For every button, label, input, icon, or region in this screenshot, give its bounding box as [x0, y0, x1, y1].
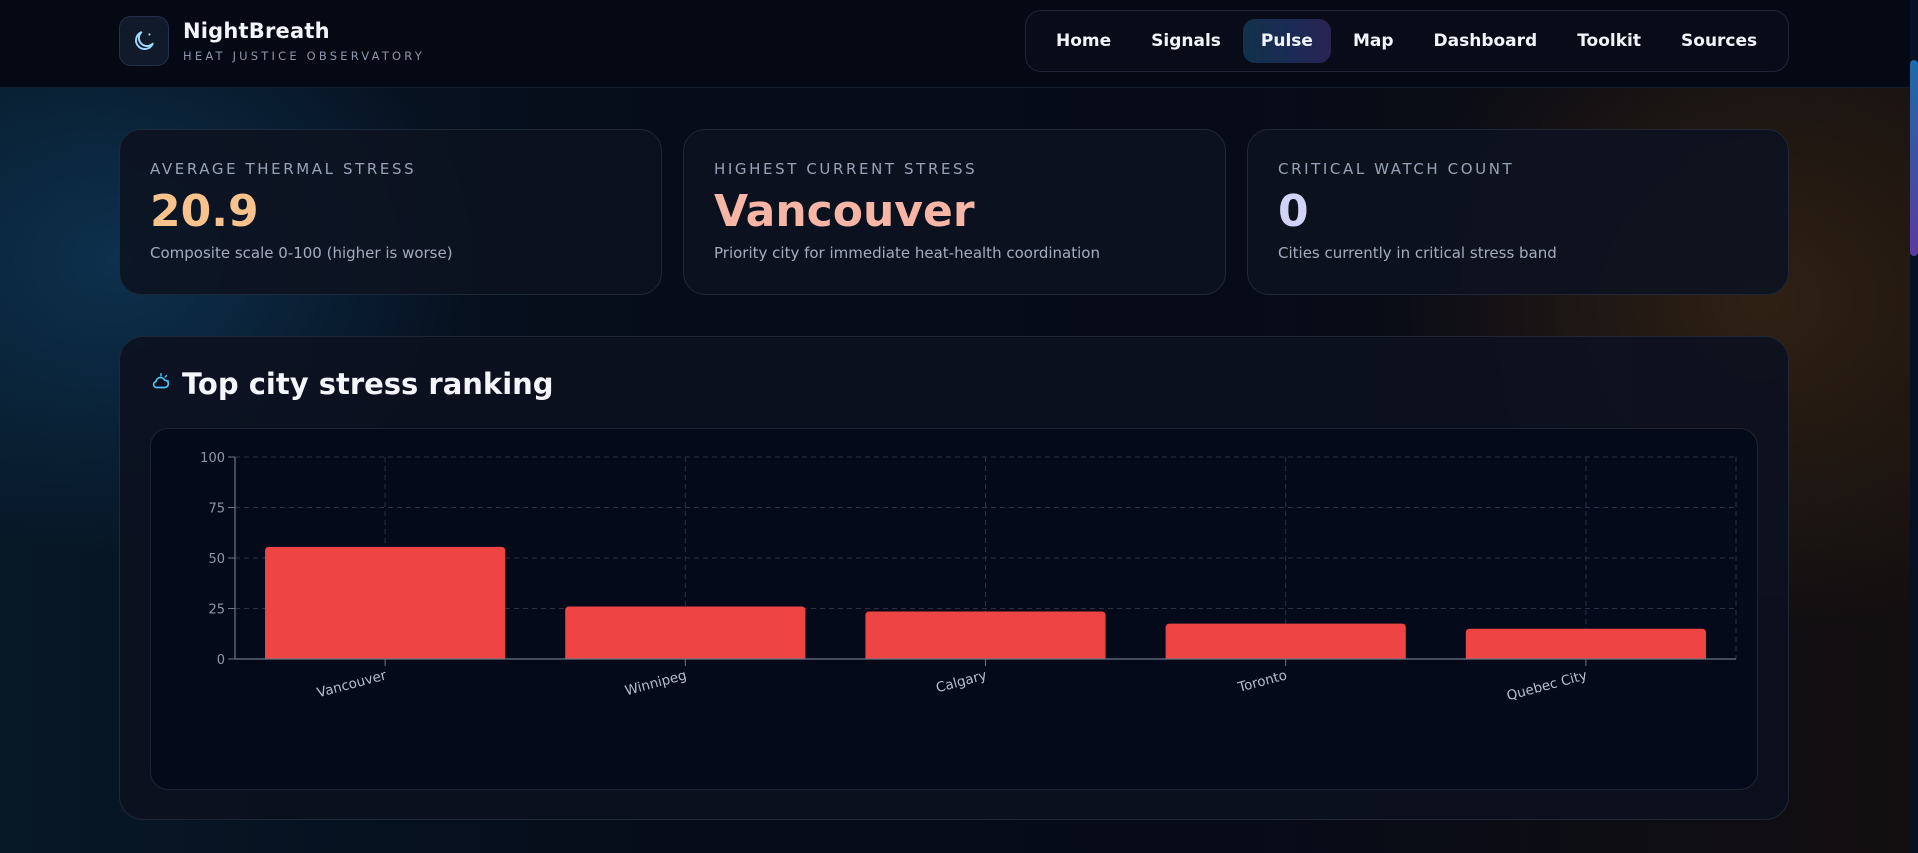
- brand[interactable]: NightBreath HEAT JUSTICE OBSERVATORY: [119, 16, 425, 66]
- moon-icon: [119, 16, 169, 66]
- scrollbar-thumb[interactable]: [1910, 60, 1918, 256]
- bar-winnipeg[interactable]: [565, 606, 806, 659]
- stress-bar-chart: 0 25 50 75 100 Vancouver Winnipeg Calgary Toront…: [200, 451, 1737, 704]
- stat-label: HIGHEST CURRENT STRESS: [714, 160, 978, 178]
- stat-description: Priority city for immediate heat-health …: [714, 244, 1100, 262]
- stat-value: 20.9: [150, 186, 259, 237]
- cloud-sun-icon: [150, 371, 172, 397]
- scrollbar-track[interactable]: [1910, 0, 1918, 853]
- nav-pulse[interactable]: Pulse: [1242, 19, 1331, 63]
- x-tick-label: Winnipeg: [623, 667, 688, 699]
- bar-toronto[interactable]: [1165, 623, 1406, 659]
- stat-label: AVERAGE THERMAL STRESS: [150, 160, 417, 178]
- stat-card-highest-stress: HIGHEST CURRENT STRESS Vancouver Priorit…: [683, 129, 1226, 295]
- chart-container: 0 25 50 75 100 Vancouver Winnipeg Calgary Toront…: [150, 428, 1758, 790]
- nav-home[interactable]: Home: [1038, 19, 1129, 63]
- bar-quebec-city[interactable]: [1465, 628, 1706, 659]
- nav-dashboard[interactable]: Dashboard: [1416, 19, 1556, 63]
- y-tick-label: 25: [208, 603, 225, 618]
- y-tick-label: 75: [208, 502, 225, 517]
- x-tick-label: Vancouver: [315, 667, 388, 701]
- y-tick-label: 50: [208, 552, 225, 567]
- nav-sources[interactable]: Sources: [1663, 19, 1775, 63]
- x-tick-label: Calgary: [934, 667, 988, 696]
- stat-label: CRITICAL WATCH COUNT: [1278, 160, 1515, 178]
- city-ranking-panel: Top city stress ranking 0 25 50 75 100 Vancou…: [119, 336, 1789, 820]
- brand-title: NightBreath: [183, 19, 330, 43]
- bar-calgary[interactable]: [865, 611, 1106, 659]
- nav-signals[interactable]: Signals: [1133, 19, 1239, 63]
- bar-vancouver[interactable]: [265, 546, 506, 659]
- y-tick-label: 100: [200, 451, 225, 466]
- y-tick-label: 0: [217, 653, 225, 668]
- top-bar: NightBreath HEAT JUSTICE OBSERVATORY Hom…: [0, 0, 1918, 88]
- brand-subtitle: HEAT JUSTICE OBSERVATORY: [183, 49, 425, 63]
- nav-toolkit[interactable]: Toolkit: [1559, 19, 1659, 63]
- stat-value: Vancouver: [714, 186, 975, 237]
- x-tick-label: Quebec City: [1505, 667, 1589, 704]
- main-nav: Home Signals Pulse Map Dashboard Toolkit…: [1025, 10, 1789, 72]
- stat-card-average-stress: AVERAGE THERMAL STRESS 20.9 Composite sc…: [119, 129, 662, 295]
- stat-card-critical-watch: CRITICAL WATCH COUNT 0 Cities currently …: [1247, 129, 1789, 295]
- panel-title: Top city stress ranking: [182, 367, 554, 401]
- stat-description: Cities currently in critical stress band: [1278, 244, 1557, 262]
- stat-description: Composite scale 0-100 (higher is worse): [150, 244, 453, 262]
- stat-value: 0: [1278, 186, 1309, 237]
- nav-map[interactable]: Map: [1335, 19, 1412, 63]
- x-tick-label: Toronto: [1235, 667, 1288, 696]
